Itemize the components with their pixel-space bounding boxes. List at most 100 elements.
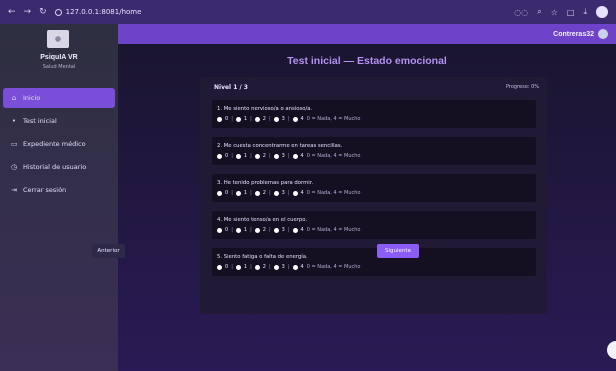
divider: |: [287, 264, 290, 270]
radio-option[interactable]: [217, 116, 222, 122]
option-label: 3: [281, 190, 285, 196]
password-key-icon[interactable]: ◌◌: [514, 8, 528, 17]
divider: |: [231, 116, 233, 122]
divider: |: [250, 264, 252, 270]
browser-actions: ◌◌ ⌕ ☆ □ ⤓: [514, 6, 608, 18]
option-label: 1: [243, 153, 248, 159]
option-label: 1: [243, 264, 248, 270]
divider: |: [268, 227, 271, 233]
sidebar-item-cerrar-sesion[interactable]: ⇥ Cerrar sesión: [0, 180, 118, 200]
radio-option[interactable]: [217, 153, 222, 159]
forward-icon[interactable]: →: [24, 7, 32, 17]
brain-logo-icon: [47, 30, 69, 48]
divider: |: [231, 227, 233, 233]
radio-option[interactable]: [292, 227, 298, 233]
option-label: 1: [243, 116, 248, 122]
question-text: 4. Me siento tenso/a en el cuerpo.: [217, 217, 308, 223]
radio-option[interactable]: [273, 190, 279, 196]
option-label: 2: [262, 264, 266, 270]
question-item: 4. Me siento tenso/a en el cuerpo. 0 | 1 |…: [212, 211, 536, 239]
sidebar-item-historial[interactable]: ◷ Historial de usuario: [0, 157, 118, 177]
radio-option[interactable]: [254, 264, 260, 270]
user-name[interactable]: Contreras32: [553, 31, 594, 38]
radio-option[interactable]: [235, 264, 241, 270]
divider: |: [250, 116, 252, 122]
divider: |: [231, 190, 233, 196]
option-label: 2: [262, 153, 266, 159]
radio-option[interactable]: [235, 190, 241, 196]
option-label: 2: [262, 227, 266, 233]
level-indicator: Nivel 1 / 3: [214, 83, 248, 91]
scale-hint: 0 = Nada, 4 = Mucho: [306, 116, 361, 122]
page-title: Test inicial — Estado emocional: [287, 55, 447, 67]
option-label: 1: [243, 190, 248, 196]
option-label: 2: [262, 190, 266, 196]
sidebar-item-test-inicial[interactable]: • Test inicial: [0, 111, 118, 131]
radio-option[interactable]: [292, 190, 298, 196]
radio-option[interactable]: [217, 227, 222, 233]
app-topbar: Contreras32: [118, 24, 616, 44]
url-text[interactable]: 127.0.0.1:8081/home: [66, 8, 142, 16]
radio-option[interactable]: [235, 153, 241, 159]
option-label: 0: [225, 264, 229, 270]
site-info-icon[interactable]: [54, 8, 62, 16]
brand-title: PsiquIA VR: [40, 54, 78, 61]
radio-option[interactable]: [254, 116, 260, 122]
divider: |: [287, 190, 290, 196]
answer-scale: 0 | 1 | 2 | 3 | 4 0 = Nada, 4 = Mucho: [217, 153, 531, 159]
sidebar-item-label: Expediente médico: [23, 140, 86, 148]
bullet-icon: •: [11, 117, 17, 125]
radio-option[interactable]: [217, 190, 222, 196]
next-button[interactable]: Siguiente: [377, 244, 419, 258]
address-bar[interactable]: 127.0.0.1:8081/home: [54, 8, 142, 16]
back-icon[interactable]: ←: [8, 7, 16, 17]
question-text: 3. He tenido problemas para dormir.: [217, 180, 314, 186]
previous-button[interactable]: Anterior: [92, 244, 125, 258]
question-text: 1. Me siento nervioso/a o ansioso/a.: [217, 106, 313, 112]
download-icon[interactable]: ⤓: [583, 7, 587, 17]
profile-avatar-icon[interactable]: [596, 6, 608, 18]
radio-option[interactable]: [292, 264, 298, 270]
sidebar: PsiquIA VR Salud Mental ⌂ Inicio • Test …: [0, 24, 118, 371]
progress-text: Progreso: 0%: [506, 84, 539, 90]
radio-option[interactable]: [273, 264, 279, 270]
divider: |: [268, 264, 271, 270]
option-label: 0: [225, 190, 229, 196]
radio-option[interactable]: [273, 116, 279, 122]
bookmark-star-icon[interactable]: ☆: [551, 8, 558, 17]
radio-option[interactable]: [254, 153, 260, 159]
option-label: 0: [225, 227, 229, 233]
divider: |: [287, 227, 290, 233]
sidebar-item-label: Historial de usuario: [23, 163, 87, 171]
option-label: 4: [300, 227, 304, 233]
scale-hint: 0 = Nada, 4 = Mucho: [306, 227, 361, 233]
radio-option[interactable]: [235, 227, 241, 233]
radio-option[interactable]: [273, 153, 279, 159]
radio-option[interactable]: [273, 227, 279, 233]
option-label: 3: [281, 116, 285, 122]
sidebar-item-expediente[interactable]: ▭ Expediente médico: [0, 134, 118, 154]
option-label: 4: [300, 264, 304, 270]
option-label: 0: [225, 116, 229, 122]
divider: |: [268, 153, 271, 159]
radio-option[interactable]: [235, 116, 241, 122]
reload-icon[interactable]: ↻: [39, 7, 47, 17]
sidebar-item-label: Cerrar sesión: [23, 186, 67, 194]
zoom-icon[interactable]: ⌕: [537, 7, 541, 17]
user-avatar[interactable]: [598, 29, 608, 39]
tab-icon[interactable]: □: [567, 8, 575, 17]
sidebar-menu: ⌂ Inicio • Test inicial ▭ Expediente méd…: [0, 88, 118, 203]
option-label: 3: [281, 227, 285, 233]
divider: |: [231, 264, 233, 270]
radio-option[interactable]: [254, 227, 260, 233]
radio-option[interactable]: [292, 153, 298, 159]
radio-option[interactable]: [292, 116, 298, 122]
sidebar-item-inicio[interactable]: ⌂ Inicio: [3, 88, 115, 108]
radio-option[interactable]: [254, 190, 260, 196]
radio-option[interactable]: [217, 264, 222, 270]
question-item: 5. Siento fatiga o falta de energía. 0 | …: [212, 248, 536, 276]
sidebar-item-label: Inicio: [23, 94, 41, 102]
home-icon: ⌂: [11, 94, 17, 102]
divider: |: [250, 153, 252, 159]
option-label: 3: [281, 153, 285, 159]
